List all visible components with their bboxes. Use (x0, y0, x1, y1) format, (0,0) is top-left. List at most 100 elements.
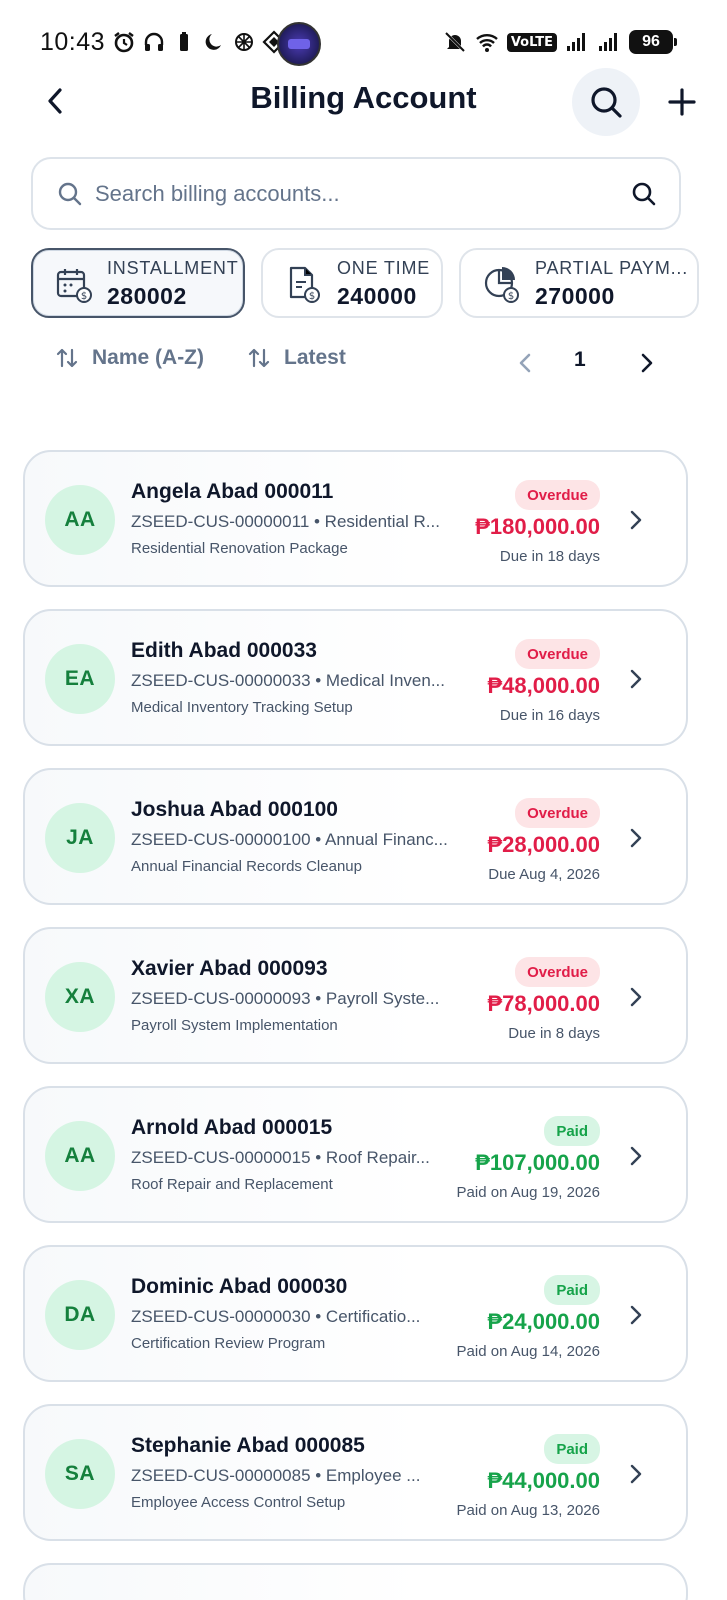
avatar: DA (45, 1280, 115, 1350)
account-card[interactable]: EA Edith Abad 000033 ZSEED-CUS-00000033 … (23, 609, 688, 746)
sort-name-label: Name (A-Z) (92, 346, 205, 369)
avatar: JA (45, 803, 115, 873)
chevron-right-icon (630, 1146, 642, 1166)
chip-label: PARTIAL PAYM... (535, 258, 689, 278)
sort-latest-label: Latest (284, 346, 346, 369)
open-account-button[interactable] (624, 1459, 648, 1489)
account-amount: ₱180,000.00 (475, 514, 600, 539)
payment-type-filters: $ INSTALLMENT 280002 $ ONE TIME 240000 $… (31, 248, 727, 320)
account-name: Dominic Abad 000030 (131, 1275, 348, 1298)
current-page: 1 (574, 348, 586, 371)
chevron-left-icon (519, 353, 531, 373)
search-submit-icon[interactable] (631, 181, 657, 207)
search-icon (58, 182, 82, 206)
status-badge: Overdue (515, 480, 600, 510)
account-description: Roof Repair and Replacement (131, 1176, 333, 1193)
avatar: SA (45, 1439, 115, 1509)
due-text: Due in 8 days (508, 1025, 600, 1042)
search-icon (591, 87, 622, 118)
account-amount: ₱78,000.00 (487, 991, 600, 1016)
sort-name-button[interactable]: Name (A-Z) (56, 346, 204, 370)
account-card[interactable]: AA Arnold Abad 000015 ZSEED-CUS-00000015… (23, 1086, 688, 1223)
search-box (31, 157, 681, 230)
account-amount: ₱107,000.00 (475, 1150, 600, 1175)
open-account-button[interactable] (624, 982, 648, 1012)
status-icons-right: VoLTE 96 (443, 30, 677, 54)
account-reference: ZSEED-CUS-00000100 • Annual Financ... (131, 830, 448, 849)
account-description: Payroll System Implementation (131, 1017, 338, 1034)
due-text: Paid on Aug 14, 2026 (456, 1343, 600, 1360)
document-dollar-icon: $ (289, 266, 320, 303)
sort-latest-button[interactable]: Latest (248, 346, 346, 370)
chevron-right-icon (641, 353, 653, 373)
due-text: Paid on Aug 13, 2026 (456, 1502, 600, 1519)
calendar-dollar-icon: $ (56, 269, 92, 303)
app-header: Billing Account (0, 66, 727, 136)
account-name: Stephanie Abad 000085 (131, 1434, 365, 1457)
open-account-button[interactable] (624, 505, 648, 535)
battery-indicator: 96 (629, 30, 677, 54)
account-card[interactable]: DA Dominic Abad 000030 ZSEED-CUS-0000003… (23, 1245, 688, 1382)
sort-arrows-icon (56, 348, 78, 368)
open-account-button[interactable] (624, 664, 648, 694)
chevron-right-icon (630, 1305, 642, 1325)
avatar: XA (45, 962, 115, 1032)
status-icons-left (112, 30, 286, 54)
battery-small-icon (180, 32, 188, 51)
headphones-icon (144, 32, 164, 51)
status-badge: Paid (544, 1116, 600, 1146)
ai-flower-icon (235, 33, 253, 51)
account-card-partial[interactable] (23, 1563, 688, 1600)
account-name: Angela Abad 000011 (131, 480, 334, 503)
chip-one-time[interactable]: $ ONE TIME 240000 (261, 248, 443, 318)
signal-2-icon (599, 33, 617, 51)
account-amount: ₱28,000.00 (487, 832, 600, 857)
wifi-icon (476, 34, 498, 52)
account-amount: ₱24,000.00 (487, 1309, 600, 1334)
svg-text:$: $ (309, 291, 315, 302)
open-account-button[interactable] (624, 1141, 648, 1171)
search-input[interactable] (95, 173, 615, 215)
next-page-button[interactable] (632, 348, 662, 378)
mute-bell-icon (444, 31, 465, 53)
account-reference: ZSEED-CUS-00000093 • Payroll Syste... (131, 989, 440, 1008)
previous-page-button[interactable] (510, 348, 540, 378)
account-card[interactable]: JA Joshua Abad 000100 ZSEED-CUS-00000100… (23, 768, 688, 905)
chip-count: 270000 (535, 283, 615, 309)
open-account-button[interactable] (624, 1300, 648, 1330)
signal-1-icon (567, 33, 585, 51)
status-badge: Overdue (515, 639, 600, 669)
open-account-button[interactable] (624, 823, 648, 853)
due-text: Due Aug 4, 2026 (488, 866, 600, 883)
account-card[interactable]: XA Xavier Abad 000093 ZSEED-CUS-00000093… (23, 927, 688, 1064)
avatar: AA (45, 485, 115, 555)
add-account-button[interactable] (662, 82, 702, 122)
chip-partial-payment[interactable]: $ PARTIAL PAYM... 270000 (459, 248, 699, 318)
account-reference: ZSEED-CUS-00000011 • Residential R... (131, 512, 440, 531)
avatar: EA (45, 644, 115, 714)
chevron-right-icon (630, 1464, 642, 1484)
status-badge: Paid (544, 1275, 600, 1305)
account-card[interactable]: SA Stephanie Abad 000085 ZSEED-CUS-00000… (23, 1404, 688, 1541)
due-text: Due in 18 days (499, 548, 600, 565)
chip-installment[interactable]: $ INSTALLMENT 280002 (31, 248, 245, 318)
chip-count: 280002 (107, 283, 187, 309)
chevron-right-icon (630, 987, 642, 1007)
account-reference: ZSEED-CUS-00000033 • Medical Inven... (131, 671, 445, 690)
chevron-right-icon (630, 828, 642, 848)
account-description: Employee Access Control Setup (131, 1494, 346, 1511)
account-amount: ₱44,000.00 (487, 1468, 600, 1493)
account-reference: ZSEED-CUS-00000085 • Employee ... (131, 1466, 421, 1485)
pie-dollar-icon: $ (484, 267, 519, 303)
due-text: Due in 16 days (499, 707, 600, 724)
chip-label: INSTALLMENT (107, 258, 239, 278)
chevron-right-icon (630, 510, 642, 530)
account-card[interactable]: AA Angela Abad 000011 ZSEED-CUS-00000011… (23, 450, 688, 587)
sort-arrows-icon (248, 348, 270, 368)
status-badge: Paid (544, 1434, 600, 1464)
volte-indicator: VoLTE (506, 32, 557, 52)
due-text: Paid on Aug 19, 2026 (456, 1184, 600, 1201)
account-reference: ZSEED-CUS-00000015 • Roof Repair... (131, 1148, 430, 1167)
header-search-button[interactable] (572, 68, 640, 136)
account-amount: ₱48,000.00 (487, 673, 600, 698)
